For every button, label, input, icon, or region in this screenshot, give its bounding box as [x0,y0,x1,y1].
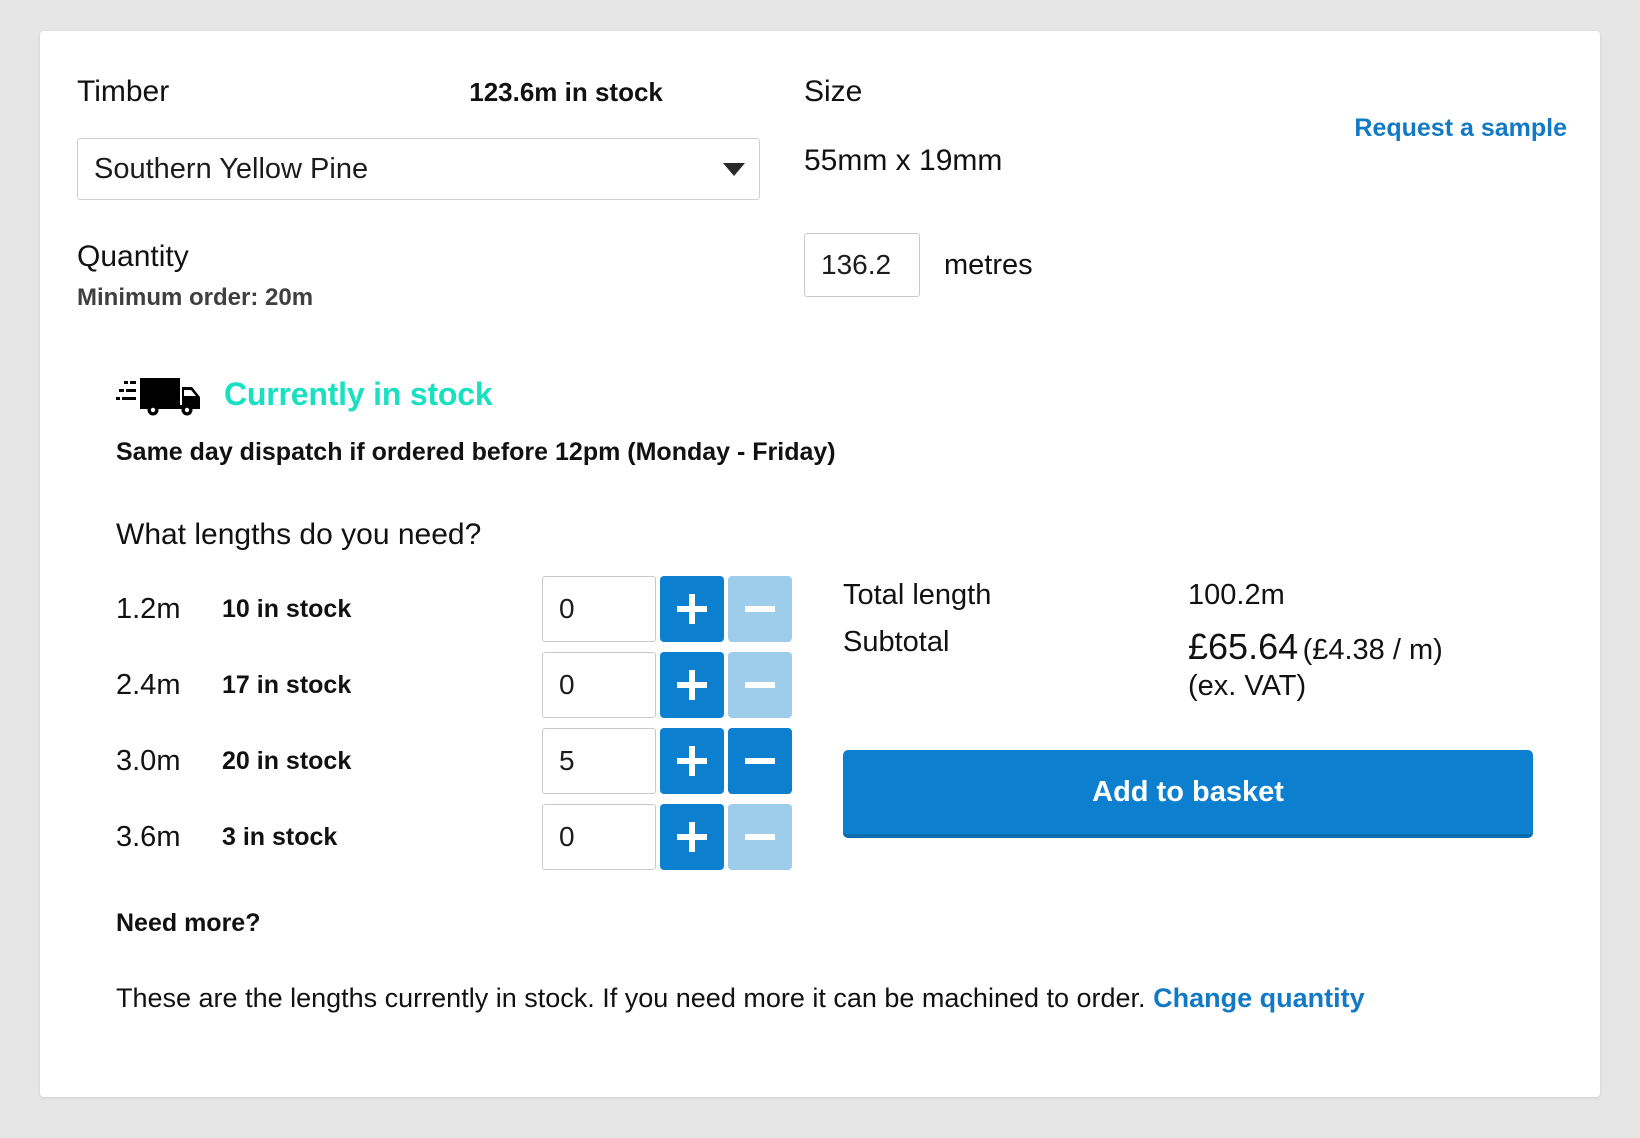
length-stepper [542,804,792,870]
dispatch-note: Same day dispatch if ordered before 12pm… [116,438,836,467]
plus-icon-vertical [689,594,695,624]
total-length-row: Total length 100.2m [843,579,1543,612]
chevron-down-icon [723,163,745,176]
quantity-input-row: metres [804,233,1567,297]
length-stock: 10 in stock [222,595,542,624]
quantity-unit-label: metres [944,249,1033,282]
timber-header-row: Timber 123.6m in stock [77,74,804,116]
timber-label: Timber [77,74,169,110]
decrement-button[interactable] [728,576,792,642]
length-stock: 17 in stock [222,671,542,700]
size-label: Size [804,74,862,110]
size-value: 55mm x 19mm [804,144,1567,178]
subtotal-label: Subtotal [843,626,1188,659]
change-quantity-link[interactable]: Change quantity [1153,983,1365,1013]
timber-stock-summary: 123.6m in stock [469,77,663,108]
subtotal-values: £65.64 (£4.38 / m) (ex. VAT) [1188,626,1443,703]
length-size: 1.2m [116,593,222,626]
length-quantity-input[interactable] [542,804,656,870]
length-stepper [542,652,792,718]
length-quantity-input[interactable] [542,576,656,642]
size-column: Size Request a sample 55mm x 19mm metres [804,74,1567,312]
need-more-text: These are the lengths currently in stock… [116,983,1146,1013]
length-quantity-input[interactable] [542,728,656,794]
length-stepper [542,576,792,642]
increment-button[interactable] [660,804,724,870]
stock-banner: Currently in stock [116,371,492,417]
length-stock: 20 in stock [222,747,542,776]
quantity-label: Quantity [77,240,804,274]
length-row: 2.4m 17 in stock [116,647,806,723]
total-length-value: 100.2m [1188,579,1285,612]
length-row: 1.2m 10 in stock [116,571,806,647]
decrement-button[interactable] [728,652,792,718]
product-configurator-card: Timber 123.6m in stock Southern Yellow P… [40,31,1600,1097]
order-totals: Total length 100.2m Subtotal £65.64 (£4.… [843,579,1543,717]
length-size: 3.6m [116,821,222,854]
minus-icon [745,682,775,688]
delivery-truck-icon [116,371,208,417]
decrement-button[interactable] [728,728,792,794]
request-sample-link[interactable]: Request a sample [1354,114,1567,143]
add-to-basket-button[interactable]: Add to basket [843,750,1533,838]
increment-button[interactable] [660,728,724,794]
need-more-heading: Need more? [116,909,260,938]
subtotal-row: Subtotal £65.64 (£4.38 / m) (ex. VAT) [843,626,1543,703]
minus-icon [745,834,775,840]
timber-species-select[interactable]: Southern Yellow Pine [77,138,760,200]
length-quantity-input[interactable] [542,652,656,718]
length-size: 2.4m [116,669,222,702]
minus-icon [745,758,775,764]
length-size: 3.0m [116,745,222,778]
subtotal-per-metre: (£4.38 / m) [1303,634,1443,666]
minus-icon [745,606,775,612]
timber-species-value: Southern Yellow Pine [94,153,723,186]
length-stock: 3 in stock [222,823,542,852]
lengths-table: 1.2m 10 in stock 2.4m 17 in stock [116,571,806,875]
stock-status-text: Currently in stock [224,376,492,413]
decrement-button[interactable] [728,804,792,870]
vat-note: (ex. VAT) [1188,670,1443,703]
subtotal-amount: £65.64 [1188,626,1298,667]
increment-button[interactable] [660,576,724,642]
timber-column: Timber 123.6m in stock Southern Yellow P… [77,74,804,312]
lengths-heading: What lengths do you need? [116,518,481,552]
length-row: 3.6m 3 in stock [116,799,806,875]
plus-icon-vertical [689,822,695,852]
minimum-order-note: Minimum order: 20m [77,284,804,312]
total-length-label: Total length [843,579,1188,612]
plus-icon-vertical [689,746,695,776]
plus-icon-vertical [689,670,695,700]
size-header-row: Size [804,74,1567,116]
quantity-input[interactable] [804,233,920,297]
increment-button[interactable] [660,652,724,718]
length-stepper [542,728,792,794]
length-row: 3.0m 20 in stock [116,723,806,799]
need-more-text-row: These are the lengths currently in stock… [116,983,1365,1014]
top-section: Timber 123.6m in stock Southern Yellow P… [77,74,1567,312]
